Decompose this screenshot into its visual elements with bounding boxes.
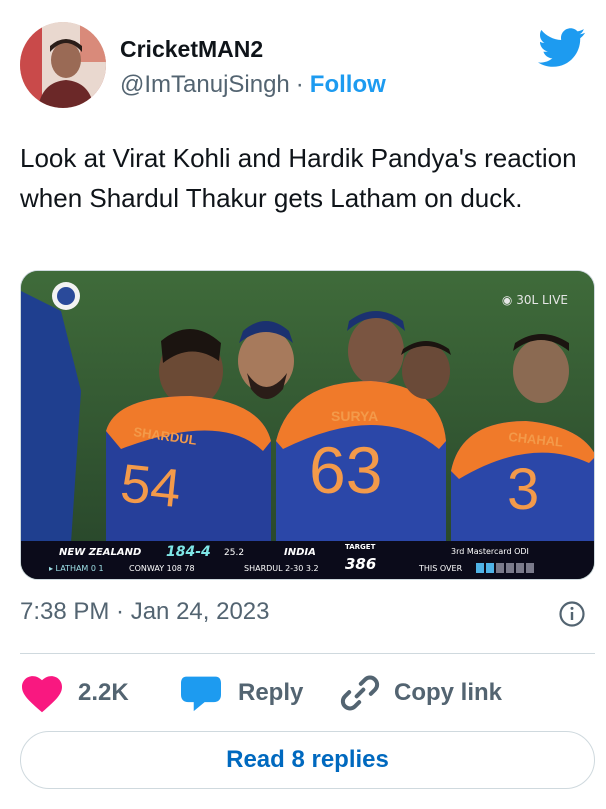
reply-label: Reply	[238, 679, 304, 706]
heart-icon	[22, 676, 62, 713]
over-ball-box	[516, 563, 524, 573]
scoreboard-target: 386	[345, 555, 377, 573]
reply-bubble-icon	[181, 676, 221, 712]
jersey-name-chahal: CHAHAL	[508, 429, 564, 450]
over-ball-box	[476, 563, 484, 573]
tweet-media[interactable]: SHARDUL 54 SURYA 63 CHAHAL 3 ◉ 30L LIVE …	[20, 270, 595, 580]
scoreboard-batter1: ▸ LATHAM 0 1	[49, 564, 104, 573]
over-ball-box	[496, 563, 504, 573]
separator-dot: ·	[295, 71, 304, 98]
scoreboard-this-over: THIS OVER	[419, 564, 463, 573]
divider	[20, 653, 595, 654]
jersey-name-surya: SURYA	[331, 408, 378, 424]
follow-button[interactable]: Follow	[310, 71, 386, 98]
scoreboard-bowler: SHARDUL 2-30 3.2	[244, 564, 319, 573]
author-handle[interactable]: @ImTanujSingh	[120, 71, 290, 98]
scoreboard-team2: INDIA	[284, 547, 316, 558]
tweet-text: Look at Virat Kohli and Hardik Pandya's …	[20, 143, 577, 213]
scoreboard-series: 3rd Mastercard ODI	[451, 547, 529, 556]
tweet-timestamp[interactable]: 7:38 PM · Jan 24, 2023	[20, 598, 270, 626]
twitter-bird-icon[interactable]	[538, 28, 586, 68]
read-replies-button[interactable]: Read 8 replies	[20, 731, 595, 789]
scoreboard-overs: 25.2	[224, 548, 245, 558]
scoreboard-team1: NEW ZEALAND	[59, 547, 142, 558]
jersey-number-shardul: 54	[118, 453, 184, 519]
reply-button[interactable]: Reply	[178, 670, 303, 716]
user-avatar[interactable]	[20, 22, 106, 108]
over-ball-box	[526, 563, 534, 573]
info-icon[interactable]	[558, 600, 586, 628]
read-replies-label: Read 8 replies	[226, 746, 389, 773]
link-icon	[340, 675, 380, 711]
scoreboard: NEW ZEALAND 184-4 25.2 INDIA TARGET 386 …	[21, 541, 594, 579]
copy-link-button[interactable]: Copy link	[340, 670, 502, 716]
scoreboard-target-label: TARGET	[345, 543, 376, 551]
author-handle-row: @ImTanujSingh · Follow	[120, 71, 386, 99]
tweet-header: CricketMAN2 @ImTanujSingh · Follow	[20, 20, 586, 110]
jersey-number-chahal: 3	[507, 457, 539, 522]
over-ball-box	[506, 563, 514, 573]
live-tag: ◉ 30L LIVE	[501, 293, 568, 307]
copy-link-label: Copy link	[394, 679, 503, 706]
tweet-actions: 2.2K Reply Copy link	[20, 670, 595, 716]
like-button[interactable]: 2.2K	[20, 670, 129, 716]
jersey-number-surya: 63	[309, 433, 382, 507]
like-count: 2.2K	[78, 679, 129, 706]
author-name[interactable]: CricketMAN2	[120, 36, 263, 63]
over-ball-box	[486, 563, 494, 573]
scoreboard-score: 184-4	[166, 544, 211, 560]
jersey-name-shardul: SHARDUL	[133, 424, 198, 448]
avatar-image	[20, 22, 106, 108]
jersey-overlay: SHARDUL 54 SURYA 63 CHAHAL 3	[118, 408, 564, 522]
scoreboard-batter2: CONWAY 108 78	[129, 564, 195, 573]
